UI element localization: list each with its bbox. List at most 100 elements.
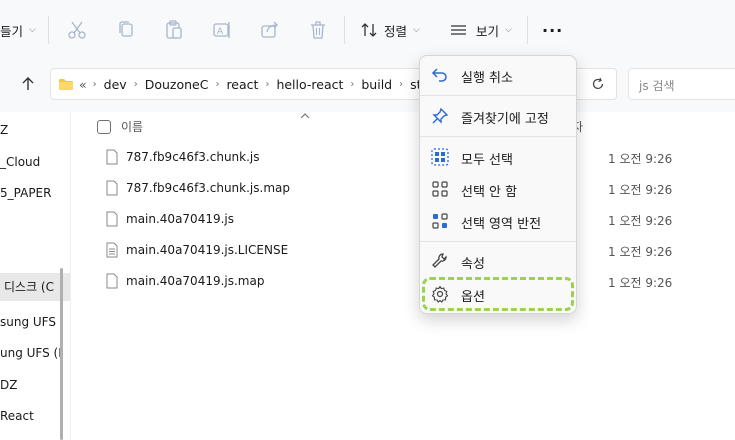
sort-icon (361, 23, 377, 37)
svg-text:A: A (217, 27, 224, 37)
menu-label: 즐겨찾기에 고정 (461, 112, 549, 127)
wrench-icon (432, 253, 447, 268)
cut-icon[interactable] (67, 19, 87, 41)
up-arrow-icon[interactable] (20, 76, 36, 92)
menu-item-options[interactable]: 옵션 (422, 277, 574, 311)
menu-item-properties[interactable]: 속성 (424, 246, 572, 276)
view-icon (451, 25, 466, 35)
menu-label: 속성 (461, 257, 485, 272)
breadcrumb-overflow[interactable]: « (79, 77, 87, 92)
search-input[interactable]: js 검색 (628, 68, 735, 100)
file-row[interactable]: main.40a70419.js 1 오전 9:26 (106, 208, 726, 232)
text-file-icon (106, 242, 118, 258)
chevron-right-icon: › (350, 78, 355, 90)
copy-icon[interactable] (116, 19, 136, 41)
file-name: main.40a70419.js (126, 212, 234, 226)
file-row[interactable]: main.40a70419.js.LICENSE 1 오전 9:26 (106, 239, 726, 263)
sort-button[interactable]: 정렬 ⌵ (360, 0, 420, 60)
file-row[interactable]: 787.fb9c46f3.chunk.js 1 오전 9:26 (106, 146, 726, 170)
chevron-down-icon: ⌵ (29, 25, 36, 35)
select-all-icon (431, 148, 449, 166)
chevron-right-icon: › (265, 78, 270, 90)
toolbar-divider (344, 16, 345, 44)
menu-label: 선택 안 함 (461, 185, 518, 200)
view-label: 보기 (476, 23, 500, 39)
sidebar-item-label: Z (0, 123, 9, 137)
file-icon (106, 211, 118, 227)
file-name: 787.fb9c46f3.chunk.js (126, 150, 260, 164)
chevron-down-icon: ⌵ (505, 25, 512, 35)
breadcrumb-build[interactable]: build (361, 77, 392, 92)
more-icon: ··· (542, 20, 564, 40)
share-icon[interactable] (260, 19, 280, 41)
paste-icon[interactable] (164, 19, 184, 41)
sidebar-item-label: sung UFS (0, 315, 56, 329)
menu-divider (420, 241, 576, 242)
sidebar-scrollbar[interactable] (60, 268, 63, 440)
sidebar-item[interactable]: Z (0, 116, 70, 144)
invert-selection-icon (432, 213, 448, 229)
chevron-right-icon: › (92, 78, 97, 90)
file-date: 1 오전 9:26 (608, 245, 673, 259)
file-list: 이름 자 787.fb9c46f3.chunk.js 1 오전 9:26 787… (70, 112, 735, 440)
menu-label: 선택 영역 반전 (461, 217, 542, 232)
file-name: main.40a70419.js.map (126, 274, 265, 288)
breadcrumb-hello-react[interactable]: hello-react (276, 77, 343, 92)
sidebar-item-label: ung UFS (I (0, 346, 62, 360)
chevron-right-icon: › (133, 78, 138, 90)
menu-divider (420, 95, 576, 96)
breadcrumb-douzonec[interactable]: DouzoneC (145, 77, 209, 92)
file-row[interactable]: 787.fb9c46f3.chunk.js.map 1 오전 9:26 (106, 177, 726, 201)
new-button[interactable]: 들기 ⌵ (0, 0, 36, 60)
file-date: 1 오전 9:26 (608, 214, 673, 228)
menu-item-undo[interactable]: 실행 취소 (424, 60, 572, 90)
toolbar-divider (48, 16, 49, 44)
file-date: 1 오전 9:26 (608, 152, 673, 166)
chevron-right-icon: › (399, 78, 404, 90)
menu-item-invert-selection[interactable]: 선택 영역 반전 (424, 206, 572, 236)
file-date: 1 오전 9:26 (608, 183, 673, 197)
menu-divider (420, 136, 576, 137)
file-icon (106, 149, 118, 165)
menu-label: 모두 선택 (461, 153, 513, 168)
sidebar-item[interactable]: 5_PAPER (0, 179, 70, 207)
sidebar-item-label: _Cloud (0, 155, 41, 169)
more-options-menu: 실행 취소 즐겨찾기에 고정 모두 선택 선택 안 함 선택 영역 반전 속성 … (419, 55, 577, 314)
select-none-icon (432, 181, 448, 197)
breadcrumb-react[interactable]: react (226, 77, 258, 92)
select-all-checkbox[interactable] (97, 120, 111, 134)
search-placeholder: js 검색 (639, 79, 675, 93)
sidebar-item-label: DZ (0, 378, 18, 392)
menu-item-pin[interactable]: 즐겨찾기에 고정 (424, 101, 572, 131)
pin-icon (432, 107, 449, 124)
sidebar-item-label: 디스크 (C (4, 280, 54, 294)
more-options-button[interactable]: ··· (542, 0, 563, 60)
sidebar-item-label: React (0, 409, 34, 423)
file-row[interactable]: main.40a70419.js.map 1 오전 9:26 (106, 270, 726, 294)
rename-icon[interactable]: A (212, 19, 232, 41)
sidebar-item-label: 5_PAPER (0, 186, 52, 200)
column-header-name[interactable]: 이름 (121, 118, 143, 135)
file-name: 787.fb9c46f3.chunk.js.map (126, 181, 290, 195)
command-bar: 들기 ⌵ A 정렬 ⌵ 보기 ⌵ ··· (0, 0, 735, 61)
chevron-down-icon: ⌵ (413, 25, 420, 35)
menu-item-select-none[interactable]: 선택 안 함 (424, 174, 572, 204)
file-icon (106, 180, 118, 196)
new-label: 들기 (0, 23, 24, 39)
sort-ascending-icon (300, 113, 310, 119)
refresh-icon[interactable] (591, 77, 605, 91)
menu-label: 옵션 (461, 290, 485, 305)
breadcrumb: « › dev › DouzoneC › react › hello-react… (79, 69, 444, 99)
menu-label: 실행 취소 (461, 71, 513, 86)
sidebar-item[interactable]: _Cloud (0, 148, 70, 176)
sort-label: 정렬 (384, 23, 408, 39)
toolbar-divider (527, 16, 528, 44)
file-name: main.40a70419.js.LICENSE (126, 243, 289, 257)
menu-item-select-all[interactable]: 모두 선택 (424, 142, 572, 172)
breadcrumb-dev[interactable]: dev (104, 77, 127, 92)
delete-icon[interactable] (308, 19, 328, 41)
undo-icon (431, 68, 447, 82)
view-button[interactable]: 보기 ⌵ (450, 0, 512, 60)
navigation-pane: Z _Cloud 5_PAPER 디스크 (C sung UFS ung UFS… (0, 112, 71, 440)
file-date: 1 오전 9:26 (608, 276, 673, 290)
